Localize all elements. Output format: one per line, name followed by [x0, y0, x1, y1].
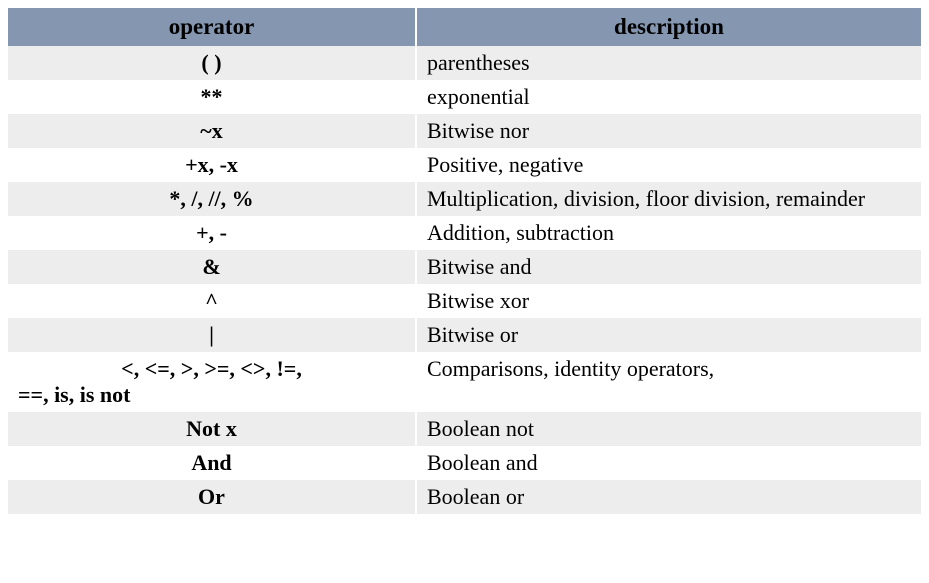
cell-operator: **: [8, 80, 416, 114]
cell-operator: Or: [8, 480, 416, 514]
cell-description: Comparisons, identity operators,: [416, 352, 921, 412]
cell-description: Boolean or: [416, 480, 921, 514]
table-row: | Bitwise or: [8, 318, 921, 352]
cell-operator: <, <=, >, >=, <>, !=, ==, is, is not: [8, 352, 416, 412]
table-row: +x, -x Positive, negative: [8, 148, 921, 182]
cell-operator: ~x: [8, 114, 416, 148]
cell-description: parentheses: [416, 46, 921, 80]
cell-description: Bitwise xor: [416, 284, 921, 318]
cell-operator: *, /, //, %: [8, 182, 416, 216]
table-row: ~x Bitwise nor: [8, 114, 921, 148]
cell-description: Multiplication, division, floor division…: [416, 182, 921, 216]
table-row: *, /, //, % Multiplication, division, fl…: [8, 182, 921, 216]
operator-line2: ==, is, is not: [18, 382, 405, 408]
cell-description: Bitwise or: [416, 318, 921, 352]
table-row: And Boolean and: [8, 446, 921, 480]
table-row: Or Boolean or: [8, 480, 921, 514]
cell-operator: ^: [8, 284, 416, 318]
cell-operator: And: [8, 446, 416, 480]
header-operator: operator: [8, 8, 416, 46]
cell-operator: Not x: [8, 412, 416, 446]
cell-operator: +, -: [8, 216, 416, 250]
table-row: & Bitwise and: [8, 250, 921, 284]
cell-operator: +x, -x: [8, 148, 416, 182]
table-row: ( ) parentheses: [8, 46, 921, 80]
cell-operator: &: [8, 250, 416, 284]
cell-description: Addition, subtraction: [416, 216, 921, 250]
table-row: ^ Bitwise xor: [8, 284, 921, 318]
table-row: <, <=, >, >=, <>, !=, ==, is, is not Com…: [8, 352, 921, 412]
table-row: +, - Addition, subtraction: [8, 216, 921, 250]
table-row: Not x Boolean not: [8, 412, 921, 446]
cell-description: Bitwise and: [416, 250, 921, 284]
cell-operator: |: [8, 318, 416, 352]
table-header-row: operator description: [8, 8, 921, 46]
operator-precedence-table: operator description ( ) parentheses ** …: [8, 8, 921, 514]
cell-description: Boolean and: [416, 446, 921, 480]
table-row: ** exponential: [8, 80, 921, 114]
header-description: description: [416, 8, 921, 46]
cell-description: Boolean not: [416, 412, 921, 446]
cell-description: Positive, negative: [416, 148, 921, 182]
operator-line1: <, <=, >, >=, <>, !=,: [18, 356, 405, 382]
cell-description: exponential: [416, 80, 921, 114]
cell-description: Bitwise nor: [416, 114, 921, 148]
cell-operator: ( ): [8, 46, 416, 80]
